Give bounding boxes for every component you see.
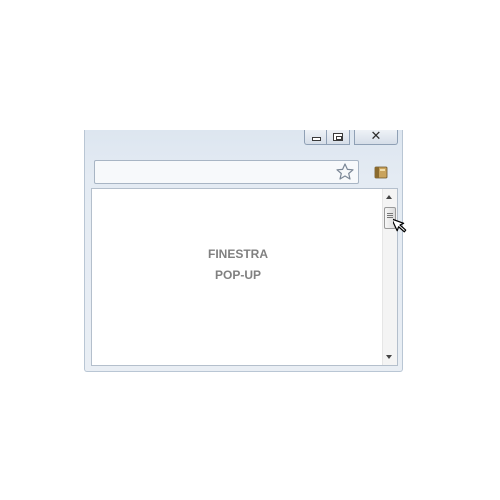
popup-label: FINESTRA POP-UP — [92, 244, 384, 286]
scroll-up-arrow-icon[interactable] — [386, 195, 392, 199]
popup-label-line-2: POP-UP — [214, 268, 261, 282]
mouse-pointer-icon — [393, 218, 407, 233]
popup-content: FINESTRA POP-UP — [91, 188, 398, 366]
minimize-icon — [312, 137, 321, 141]
minimize-button[interactable] — [304, 130, 327, 145]
close-icon: ✕ — [370, 129, 382, 144]
address-bar[interactable] — [94, 160, 359, 184]
close-button[interactable]: ✕ — [354, 130, 398, 145]
popup-window: ✕ FINESTRA POP-UP — [84, 130, 403, 372]
maximize-button[interactable] — [327, 130, 350, 145]
scroll-down-arrow-icon[interactable] — [386, 355, 392, 359]
star-icon[interactable] — [335, 162, 355, 182]
maximize-icon — [333, 133, 343, 141]
popup-label-line-1: FINESTRA — [208, 247, 268, 261]
extension-icon[interactable] — [374, 165, 388, 179]
window-caption-buttons: ✕ — [304, 130, 398, 145]
